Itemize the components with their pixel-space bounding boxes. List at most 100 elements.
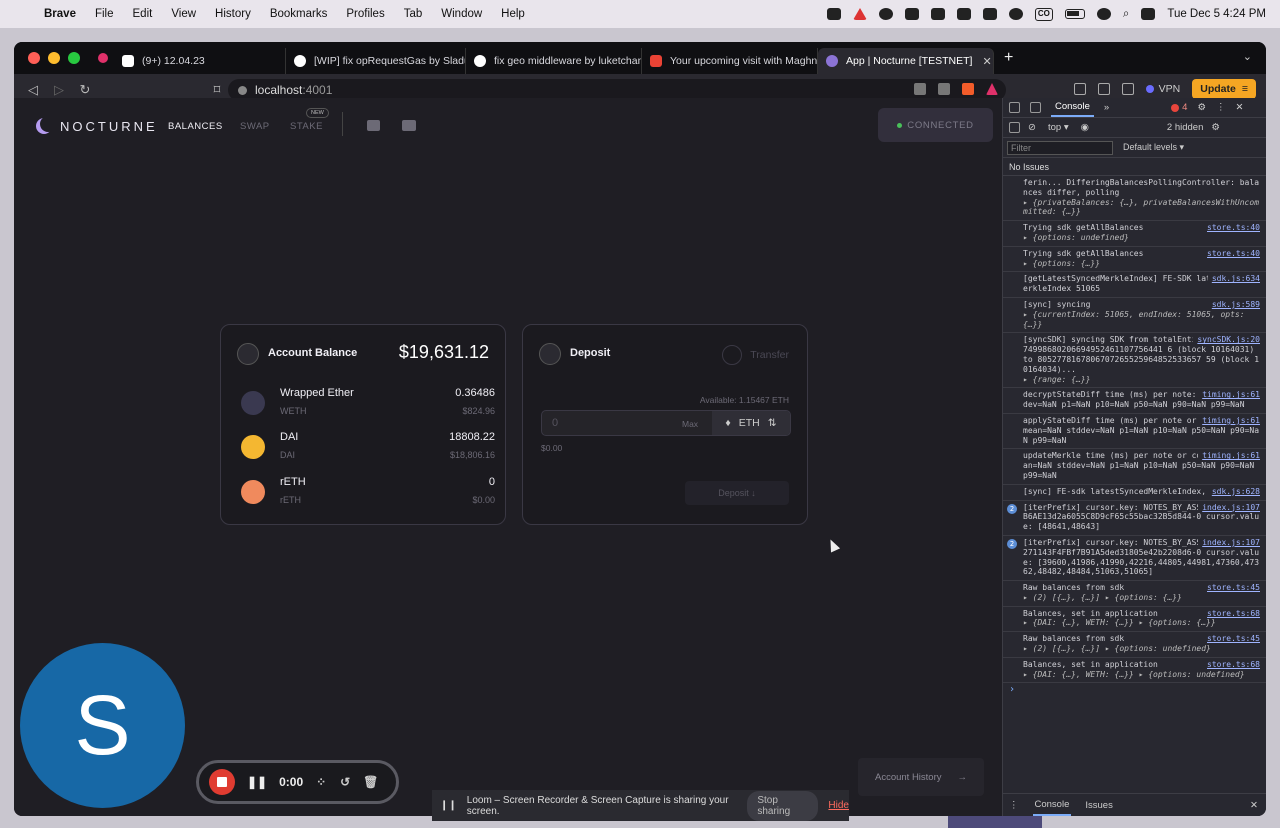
menubar-clock[interactable]: Tue Dec 5 4:24 PM (1167, 8, 1266, 20)
token-select[interactable]: ♦ ETH ⇅ (712, 411, 790, 435)
asset-row-dai[interactable]: DAI DAI 18808.22 $18,806.16 (241, 431, 495, 471)
play-status-icon[interactable] (1008, 8, 1023, 20)
sidebar-icon[interactable] (1097, 83, 1110, 95)
sidebar-toggle-icon[interactable] (1009, 122, 1020, 133)
transfer-tab[interactable]: Transfer (722, 345, 789, 365)
drawer-menu-icon[interactable]: ⋮ (1009, 800, 1019, 811)
wallet-icon[interactable] (1121, 83, 1134, 95)
close-window-button[interactable] (28, 52, 40, 64)
error-counter[interactable]: 4 (1171, 102, 1187, 113)
account-history-button[interactable]: Account History → (858, 758, 984, 796)
live-expression-eye-icon[interactable]: ◉ (1081, 122, 1089, 133)
discord-icon[interactable] (402, 120, 416, 131)
console-settings-icon[interactable]: ⚙ (1211, 122, 1220, 133)
zoom-window-button[interactable] (68, 52, 80, 64)
deposit-amount-field[interactable]: 0 Max ♦ ETH ⇅ (541, 410, 791, 436)
entry-object[interactable]: ▸ {DAI: {…}, WETH: {…}} ▸ {options: {…}} (1023, 618, 1216, 627)
trash-icon[interactable]: 🗑 (363, 776, 378, 788)
menu-history[interactable]: History (215, 8, 251, 20)
menu-window[interactable]: Window (441, 8, 482, 20)
hide-banner-link[interactable]: Hide (828, 800, 849, 811)
menu-view[interactable]: View (171, 8, 196, 20)
menu-file[interactable]: File (95, 8, 114, 20)
log-levels-dropdown[interactable]: Default levels ▾ (1123, 142, 1184, 153)
menu-edit[interactable]: Edit (133, 8, 153, 20)
entry-source-link[interactable]: timing.js:61 (1198, 415, 1260, 426)
battery-icon[interactable] (1064, 9, 1085, 19)
twitter-icon[interactable] (367, 120, 380, 131)
entry-object[interactable]: ▸ {options: {…}} (1023, 259, 1100, 268)
menu-app-name[interactable]: Brave (44, 8, 76, 20)
brave-rewards-icon[interactable] (986, 83, 998, 95)
drawer-tab-console[interactable]: Console (1032, 795, 1072, 816)
nocturne-logo[interactable]: NOCTURNE (36, 118, 158, 134)
deposit-tab[interactable]: Deposit (570, 347, 610, 359)
entry-source-link[interactable]: store.ts:68 (1203, 608, 1260, 619)
wifi-icon[interactable] (1096, 8, 1111, 20)
spotlight-icon[interactable]: ⌕ (1123, 8, 1129, 21)
console-prompt[interactable]: › (1003, 683, 1266, 697)
brave-shields-icon[interactable] (962, 83, 974, 95)
pause-icon[interactable]: ❚❚ (247, 775, 267, 789)
device-toolbar-icon[interactable] (1030, 102, 1041, 113)
new-tab-button[interactable]: + (1004, 49, 1013, 67)
back-button[interactable]: ◁ (26, 82, 40, 98)
close-devtools-icon[interactable]: ✕ (1235, 102, 1243, 113)
drawer-tab-issues[interactable]: Issues (1085, 800, 1112, 811)
entry-source-link[interactable]: store.ts:68 (1203, 659, 1260, 670)
context-selector[interactable]: top ▾ (1044, 121, 1073, 134)
nav-stake[interactable]: STAKE (290, 121, 323, 132)
vpn-button[interactable]: VPN (1145, 83, 1180, 95)
update-button[interactable]: Update ≡ (1192, 79, 1256, 99)
entry-source-link[interactable]: syncSDK.js:20 (1193, 335, 1260, 346)
nav-swap[interactable]: SWAP (240, 121, 270, 132)
entry-object[interactable]: ▸ {range: {…}} (1023, 375, 1090, 384)
co-status-icon[interactable]: CO (1034, 7, 1053, 21)
entry-source-link[interactable]: timing.js:61 (1198, 390, 1260, 401)
loom-camera-bubble[interactable]: S (20, 643, 185, 808)
menu-bookmarks[interactable]: Bookmarks (270, 8, 328, 20)
drawing-tools-icon[interactable]: ⁘ (315, 776, 327, 788)
tab-github-pr-1[interactable]: [WIP] fix opRequestGas by Sladuca (286, 48, 466, 74)
share-icon[interactable] (938, 83, 950, 95)
telegram-status-icon[interactable] (878, 8, 893, 20)
reload-button[interactable]: ↻ (78, 82, 92, 98)
camera-blocked-icon[interactable] (914, 83, 926, 95)
inspect-element-icon[interactable] (1009, 102, 1020, 113)
more-tabs-icon[interactable]: » (1104, 102, 1109, 113)
diamond-status-icon[interactable] (982, 8, 997, 20)
entry-source-link[interactable]: sdk.js:589 (1207, 299, 1260, 310)
entry-source-link[interactable]: index.js:107 (1198, 537, 1260, 548)
entry-object[interactable]: ▸ {currentIndex: 51065, endIndex: 51065,… (1023, 310, 1249, 329)
entry-source-link[interactable]: timing.js:61 (1198, 451, 1260, 462)
site-info-icon[interactable] (238, 85, 247, 95)
clear-console-icon[interactable]: ⊘ (1028, 122, 1036, 133)
console-log[interactable]: ferin... DifferingBalancesPollingControl… (1003, 176, 1266, 790)
stop-sharing-button[interactable]: Stop sharing (747, 790, 819, 821)
tab-search-chevron-icon[interactable]: ⌄ (1243, 50, 1252, 63)
tab-gmail[interactable]: Your upcoming visit with Maghnus (642, 48, 818, 74)
close-drawer-icon[interactable]: ✕ (1250, 800, 1258, 811)
entry-source-link[interactable]: store.ts:40 (1203, 248, 1260, 259)
menu-help[interactable]: Help (501, 8, 525, 20)
tab-nocturne-app[interactable]: App | Nocturne [TESTNET] ✕ (818, 48, 994, 74)
entry-object[interactable]: ▸ {options: undefined} (1023, 233, 1129, 242)
bookmark-button[interactable]: ⌑ (210, 82, 224, 98)
camera-status-icon[interactable] (826, 8, 841, 20)
nav-balances[interactable]: BALANCES (168, 121, 223, 132)
menu-tab[interactable]: Tab (404, 8, 423, 20)
asset-row-reth[interactable]: rETH rETH 0 $0.00 (241, 476, 495, 516)
entry-object[interactable]: ▸ (2) [{…}, {…}] ▸ {options: {…}} (1023, 593, 1182, 602)
menu-profiles[interactable]: Profiles (346, 8, 384, 20)
entry-object[interactable]: ▸ {DAI: {…}, WETH: {…}} ▸ {options: unde… (1023, 670, 1245, 679)
close-tab-icon[interactable]: ✕ (972, 55, 991, 68)
app-status-icon[interactable] (904, 8, 919, 20)
forward-button[interactable]: ▷ (52, 82, 66, 98)
entry-source-link[interactable]: store.ts:45 (1203, 634, 1260, 645)
entry-object[interactable]: ▸ (2) [{…}, {…}] ▸ {options: undefined} (1023, 644, 1211, 653)
deposit-button[interactable]: Deposit ↓ (685, 481, 789, 505)
extensions-icon[interactable] (1073, 83, 1086, 95)
entry-source-link[interactable]: store.ts:45 (1203, 583, 1260, 593)
connected-button[interactable]: CONNECTED (878, 108, 993, 142)
entry-source-link[interactable]: sdk.js:634 (1207, 274, 1260, 285)
